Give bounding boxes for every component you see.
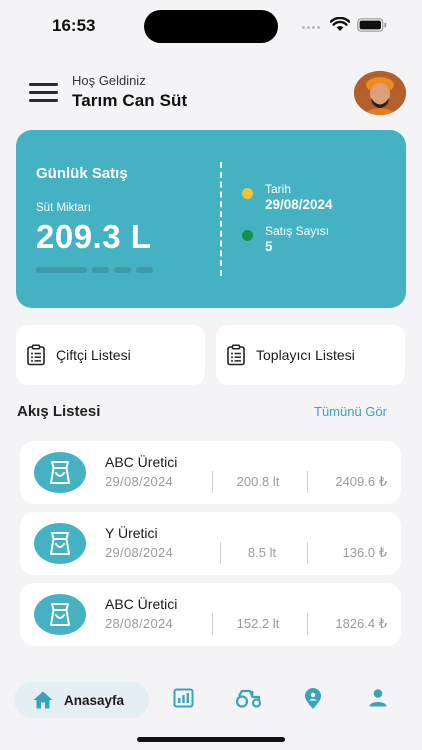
nav-report-button[interactable] bbox=[173, 688, 194, 708]
milk-can-icon bbox=[34, 594, 86, 635]
dynamic-island bbox=[144, 10, 278, 43]
producer-name: ABC Üretici bbox=[105, 454, 178, 470]
sales-count-value: 5 bbox=[265, 239, 273, 254]
total-price: 136.0 ₺ bbox=[342, 545, 387, 560]
milk-amount: 200.8 lt bbox=[236, 474, 280, 489]
milk-amount-label: Süt Miktarı bbox=[36, 202, 91, 214]
column-divider bbox=[307, 613, 308, 635]
milk-amount: 8.5 lt bbox=[247, 545, 277, 560]
company-name: Tarım Can Süt bbox=[72, 91, 188, 110]
flow-list-title: Akış Listesi bbox=[17, 403, 101, 420]
profile-icon bbox=[368, 688, 388, 708]
list-item[interactable]: ABC Üretici 28/08/2024 152.2 lt 1826.4 ₺ bbox=[20, 583, 401, 646]
card-divider bbox=[220, 162, 222, 276]
milk-can-icon bbox=[34, 452, 86, 493]
clipboard-list-icon bbox=[26, 344, 46, 366]
flow-date: 28/08/2024 bbox=[105, 616, 174, 631]
column-divider bbox=[307, 542, 308, 564]
wifi-icon bbox=[330, 17, 350, 31]
home-icon bbox=[32, 690, 54, 710]
total-price: 2409.6 ₺ bbox=[335, 474, 387, 489]
greeting-text: Hoş Geldiniz bbox=[72, 73, 146, 88]
farmer-list-label: Çiftçi Listesi bbox=[56, 347, 131, 363]
battery-icon bbox=[357, 18, 387, 32]
home-indicator bbox=[137, 737, 285, 742]
date-value: 29/08/2024 bbox=[265, 197, 333, 212]
flow-date: 29/08/2024 bbox=[105, 474, 174, 489]
list-item[interactable]: Y Üretici 29/08/2024 8.5 lt 136.0 ₺ bbox=[20, 512, 401, 575]
clipboard-list-icon bbox=[226, 344, 246, 366]
collector-list-button[interactable]: Toplayıcı Listesi bbox=[216, 325, 405, 385]
nav-location-button[interactable] bbox=[304, 688, 322, 710]
sales-count-dot bbox=[242, 230, 253, 241]
list-item[interactable]: ABC Üretici 29/08/2024 200.8 lt 2409.6 ₺ bbox=[20, 441, 401, 504]
flow-date: 29/08/2024 bbox=[105, 545, 174, 560]
milk-amount: 152.2 lt bbox=[236, 616, 280, 631]
hamburger-menu-icon[interactable] bbox=[29, 83, 59, 105]
daily-sales-card: Günlük Satış Süt Miktarı 209.3 L Tarih 2… bbox=[16, 130, 406, 308]
collector-list-label: Toplayıcı Listesi bbox=[256, 347, 355, 363]
producer-name: ABC Üretici bbox=[105, 596, 178, 612]
location-pin-icon bbox=[304, 688, 322, 710]
status-time: 16:53 bbox=[52, 16, 96, 35]
nav-home-button[interactable]: Anasayfa bbox=[14, 682, 149, 718]
date-dot bbox=[242, 188, 253, 199]
tractor-icon bbox=[236, 688, 262, 708]
sales-count-label: Satış Sayısı bbox=[265, 224, 330, 238]
column-divider bbox=[307, 471, 308, 493]
milk-amount-value: 209.3 L bbox=[36, 218, 152, 255]
bottom-nav: Anasayfa bbox=[0, 680, 422, 722]
report-icon bbox=[173, 688, 194, 708]
avatar[interactable] bbox=[354, 71, 406, 115]
see-all-link[interactable]: Tümünü Gör bbox=[314, 404, 387, 419]
daily-sales-title: Günlük Satış bbox=[36, 165, 128, 182]
card-page-indicator bbox=[36, 267, 153, 273]
total-price: 1826.4 ₺ bbox=[335, 616, 387, 631]
signal-icon bbox=[302, 26, 320, 29]
nav-tractor-button[interactable] bbox=[236, 688, 262, 708]
farmer-list-button[interactable]: Çiftçi Listesi bbox=[16, 325, 205, 385]
status-bar: 16:53 bbox=[0, 0, 422, 52]
app-header: Hoş Geldiniz Tarım Can Süt bbox=[0, 70, 422, 120]
producer-name: Y Üretici bbox=[105, 525, 158, 541]
milk-can-icon bbox=[34, 523, 86, 564]
date-label: Tarih bbox=[265, 182, 292, 196]
nav-home-label: Anasayfa bbox=[64, 692, 125, 708]
nav-profile-button[interactable] bbox=[368, 688, 388, 708]
